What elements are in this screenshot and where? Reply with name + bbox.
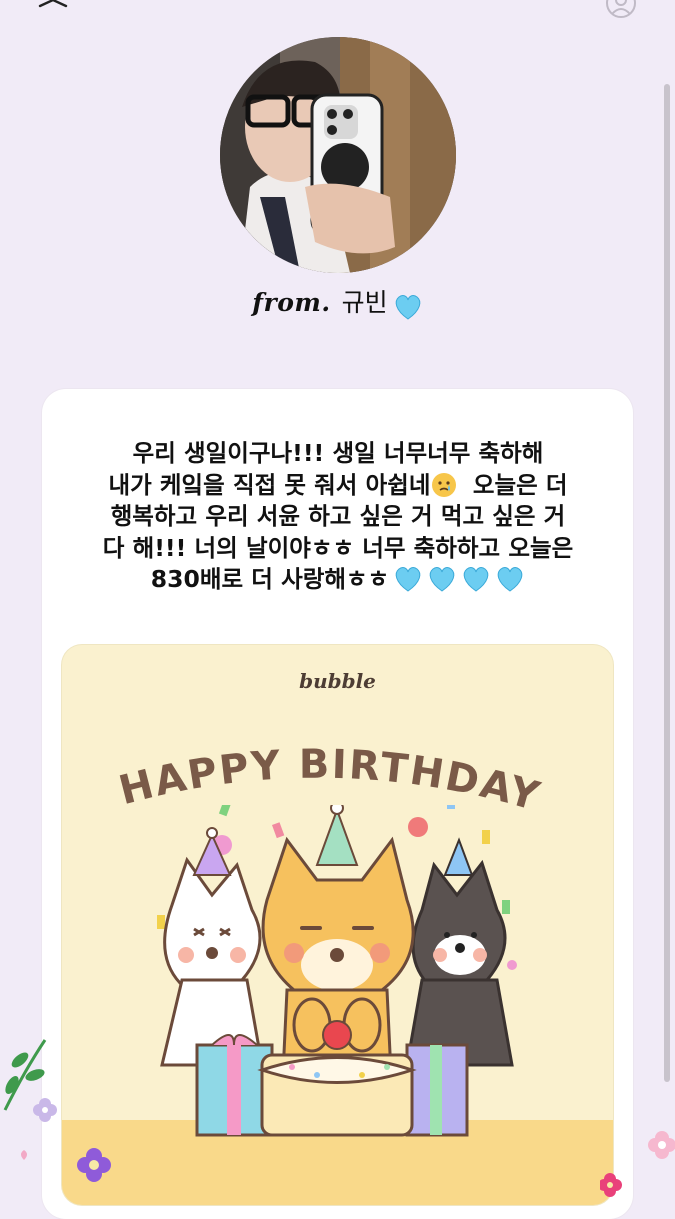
blue-heart-icon xyxy=(395,294,421,320)
blue-heart-icon xyxy=(463,567,489,592)
profile-icon[interactable] xyxy=(604,0,638,20)
bubble-logo: bubble xyxy=(299,669,376,693)
birthday-sticker: bubble HAPPY BIRTHDAY! xyxy=(62,645,613,1205)
blue-heart-icon xyxy=(395,567,421,592)
blue-heart-icon xyxy=(497,567,523,592)
message-line: 행복하고 우리 서윤 하고 싶은 거 먹고 싶은 거 xyxy=(110,502,566,530)
happy-birthday-title: HAPPY BIRTHDAY! xyxy=(62,701,546,811)
message-line: 830배로 더 사랑해ㅎㅎ xyxy=(48,564,628,596)
svg-text:HAPPY BIRTHDAY!: HAPPY BIRTHDAY! xyxy=(62,701,546,811)
sender-name: 규빈 xyxy=(341,288,388,317)
message-line: 내가 케잌을 직접 못 줘서 아쉽네 오늘은 더 xyxy=(108,470,568,499)
scrollbar[interactable] xyxy=(664,84,670,1082)
message-text: 우리 생일이구나!!! 생일 너무너무 축하해 내가 케잌을 직접 못 줘서 아… xyxy=(48,438,628,596)
blue-heart-icon xyxy=(429,567,455,592)
crying-face-icon xyxy=(432,472,457,497)
sender-line: from. 규빈 xyxy=(0,283,675,323)
message-line: 우리 생일이구나!!! 생일 너무너무 축하해 xyxy=(132,439,544,467)
flower-decoration xyxy=(600,1131,675,1197)
close-icon[interactable] xyxy=(36,0,72,18)
message-line: 다 해!!! 너의 날이야ㅎㅎ 너무 축하하고 오늘은 xyxy=(102,533,574,562)
leaf-decoration xyxy=(3,1039,57,1160)
avatar xyxy=(220,37,456,273)
from-label: from. xyxy=(252,288,331,317)
shiba-dogs-illustration xyxy=(62,805,613,1205)
